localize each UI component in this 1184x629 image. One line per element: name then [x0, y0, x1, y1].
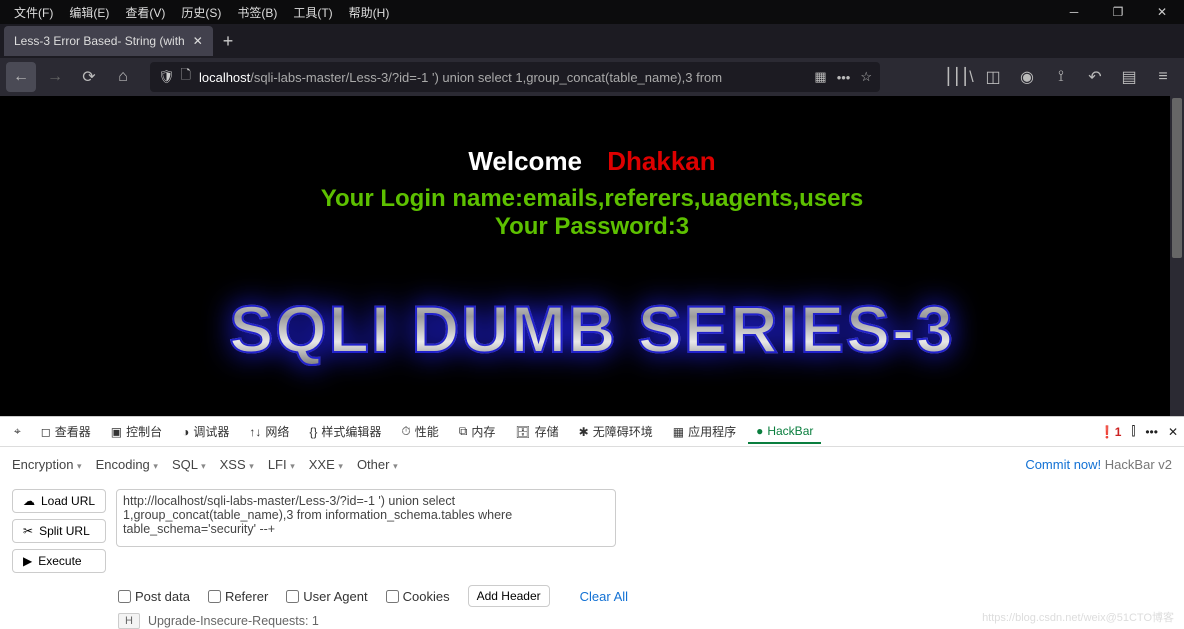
pick-element-icon[interactable]: ⌖: [6, 420, 29, 443]
bookmark-star-icon[interactable]: ☆: [860, 69, 872, 85]
check-postdata[interactable]: Post data: [118, 589, 190, 604]
menu-tools[interactable]: 工具(T): [285, 2, 340, 23]
vertical-scrollbar[interactable]: [1170, 96, 1184, 416]
series-title: SQLI DUMB SERIES-3: [0, 291, 1184, 367]
check-referer[interactable]: Referer: [208, 589, 268, 604]
browser-tab[interactable]: Less-3 Error Based- String (with ✕: [4, 26, 213, 56]
tab-performance[interactable]: ⏱性能: [393, 419, 446, 444]
welcome-user: Dhakkan: [607, 146, 715, 176]
devtools-more-icon[interactable]: •••: [1145, 425, 1158, 439]
screenshot-icon[interactable]: ⟟: [1046, 62, 1076, 92]
cloud-icon: ☁: [23, 494, 35, 508]
refresh-icon[interactable]: ↶: [1080, 62, 1110, 92]
menu-history[interactable]: 历史(S): [173, 2, 229, 23]
tab-application[interactable]: ▦应用程序: [665, 419, 744, 444]
qr-icon[interactable]: ▦: [814, 69, 826, 85]
extensions-icon[interactable]: ▤: [1114, 62, 1144, 92]
check-useragent[interactable]: User Agent: [286, 589, 367, 604]
app-menu-icon[interactable]: ≡: [1148, 62, 1178, 92]
devtools-tabs: ⌖ ◻查看器 ▣控制台 ◑调试器 ↑↓网络 {}样式编辑器 ⏱性能 ⧉内存 🗄存…: [0, 417, 1184, 447]
tab-storage[interactable]: 🗄存储: [507, 419, 566, 444]
header-row: H Upgrade-Insecure-Requests: 1: [0, 607, 1184, 629]
close-button[interactable]: ✕: [1140, 0, 1184, 24]
check-cookies[interactable]: Cookies: [386, 589, 450, 604]
reload-button[interactable]: ⟳: [74, 62, 104, 92]
hb-menu-xss[interactable]: XSS ▾: [220, 457, 254, 472]
nav-toolbar: ← → ⟳ ⌂ 🛡 🗋 localhost /sqli-labs-master/…: [0, 58, 1184, 96]
menu-view[interactable]: 查看(V): [117, 2, 173, 23]
devtools-close-icon[interactable]: ✕: [1168, 425, 1178, 439]
hackbar-menu-row: Encryption ▾ Encoding ▾ SQL ▾ XSS ▾ LFI …: [0, 447, 1184, 481]
scissors-icon: ✂: [23, 524, 33, 538]
page-content: Welcome Dhakkan Your Login name:emails,r…: [0, 96, 1184, 416]
add-header-button[interactable]: Add Header: [468, 585, 550, 607]
error-badge[interactable]: ❗1: [1100, 425, 1122, 439]
welcome-line: Welcome Dhakkan: [0, 146, 1184, 177]
hackbar-body: ☁Load URL ✂Split URL ▶Execute: [0, 481, 1184, 581]
url-path: /sqli-labs-master/Less-3/?id=-1 ') union…: [250, 70, 722, 85]
devtools-dock-icon[interactable]: ⫿: [1131, 424, 1135, 439]
hackbar-options: Post data Referer User Agent Cookies Add…: [0, 581, 1184, 607]
menu-help[interactable]: 帮助(H): [341, 2, 398, 23]
header-badge: H: [118, 613, 140, 629]
sidebar-icon[interactable]: ◫: [978, 62, 1008, 92]
scrollbar-thumb[interactable]: [1172, 98, 1182, 258]
forward-button[interactable]: →: [40, 62, 70, 92]
tab-debugger[interactable]: ◑调试器: [174, 419, 237, 444]
account-icon[interactable]: ◉: [1012, 62, 1042, 92]
window-controls: ─ ❐ ✕: [1052, 0, 1184, 24]
hb-menu-sql[interactable]: SQL ▾: [172, 457, 206, 472]
hb-menu-other[interactable]: Other ▾: [357, 457, 398, 472]
hb-menu-xxe[interactable]: XXE ▾: [309, 457, 343, 472]
new-tab-button[interactable]: +: [213, 31, 244, 52]
tab-network[interactable]: ↑↓网络: [241, 419, 297, 444]
hb-menu-encoding[interactable]: Encoding ▾: [96, 457, 158, 472]
menu-file[interactable]: 文件(F): [6, 2, 61, 23]
hb-menu-lfi[interactable]: LFI ▾: [268, 457, 295, 472]
url-bar[interactable]: 🛡 🗋 localhost /sqli-labs-master/Less-3/?…: [150, 62, 880, 92]
shield-icon: 🛡: [158, 69, 175, 85]
play-icon: ▶: [23, 554, 32, 568]
tab-hackbar[interactable]: ●HackBar: [748, 420, 821, 444]
welcome-text: Welcome: [468, 146, 582, 176]
tab-bar: Less-3 Error Based- String (with ✕ +: [0, 24, 1184, 58]
hb-version-label: HackBar v2: [1105, 457, 1172, 472]
tab-title: Less-3 Error Based- String (with: [14, 34, 185, 48]
load-url-button[interactable]: ☁Load URL: [12, 489, 106, 513]
url-host: localhost: [199, 70, 250, 85]
clear-all-link[interactable]: Clear All: [580, 589, 628, 604]
header-text: Upgrade-Insecure-Requests: 1: [148, 614, 319, 628]
tab-close-icon[interactable]: ✕: [185, 34, 203, 48]
tab-style[interactable]: {}样式编辑器: [301, 419, 389, 444]
hb-menu-encryption[interactable]: Encryption ▾: [12, 457, 82, 472]
tab-console[interactable]: ▣控制台: [103, 419, 170, 444]
home-button[interactable]: ⌂: [108, 62, 138, 92]
login-name-line: Your Login name:emails,referers,uagents,…: [0, 185, 1184, 213]
devtools-panel: ⌖ ◻查看器 ▣控制台 ◑调试器 ↑↓网络 {}样式编辑器 ⏱性能 ⧉内存 🗄存…: [0, 416, 1184, 629]
execute-button[interactable]: ▶Execute: [12, 549, 106, 573]
menu-edit[interactable]: 编辑(E): [61, 2, 117, 23]
hb-commit-link[interactable]: Commit now!: [1025, 457, 1101, 472]
maximize-button[interactable]: ❐: [1096, 0, 1140, 24]
hackbar-url-input[interactable]: [116, 489, 616, 547]
split-url-button[interactable]: ✂Split URL: [12, 519, 106, 543]
tab-accessibility[interactable]: ✱无障碍环境: [571, 419, 661, 444]
menu-bar: 文件(F) 编辑(E) 查看(V) 历史(S) 书签(B) 工具(T) 帮助(H…: [0, 0, 1184, 24]
menu-bookmarks[interactable]: 书签(B): [229, 2, 285, 23]
back-button[interactable]: ←: [6, 62, 36, 92]
password-line: Your Password:3: [0, 213, 1184, 241]
info-icon: 🗋: [181, 66, 191, 88]
minimize-button[interactable]: ─: [1052, 0, 1096, 24]
library-icon[interactable]: ⎮⎮⎮\: [944, 62, 974, 92]
tab-inspector[interactable]: ◻查看器: [33, 419, 99, 444]
more-icon[interactable]: •••: [837, 70, 851, 85]
tab-memory[interactable]: ⧉内存: [451, 419, 504, 444]
